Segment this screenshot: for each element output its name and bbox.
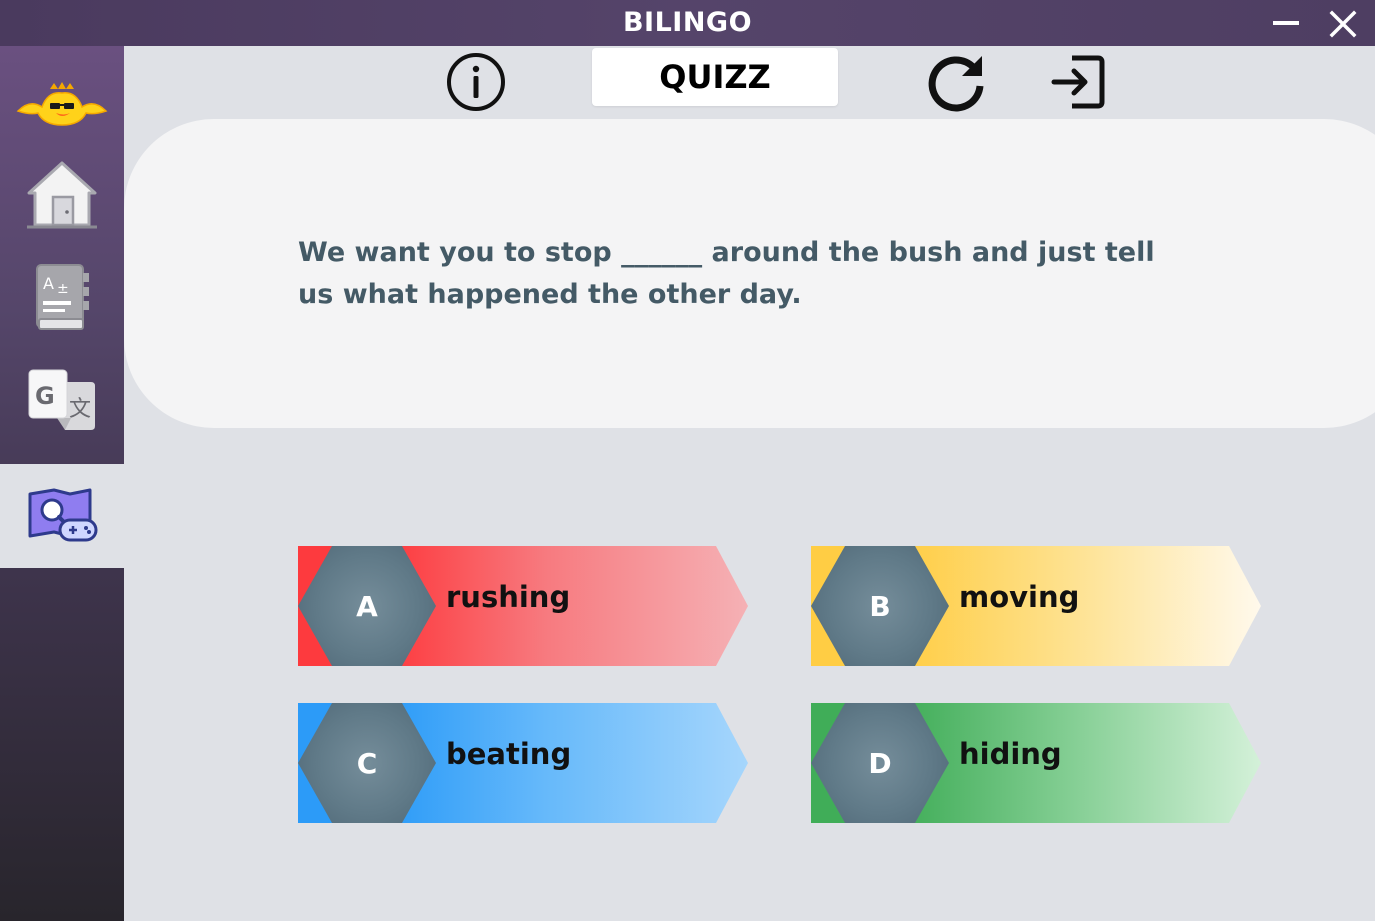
sidebar-logo: [0, 56, 124, 156]
close-button[interactable]: [1316, 0, 1372, 46]
home-icon: [27, 161, 97, 229]
question-text-before: We want you to stop: [298, 237, 612, 268]
sidebar-item-quiz-game[interactable]: [0, 464, 124, 568]
answer-text: beating: [446, 737, 572, 771]
info-button[interactable]: [446, 52, 506, 116]
svg-text:±: ±: [57, 281, 69, 297]
answer-text: moving: [959, 580, 1080, 614]
svg-text:文: 文: [69, 397, 91, 422]
quiz-game-icon: [28, 488, 98, 542]
answer-option-b[interactable]: B moving: [811, 546, 1261, 666]
answer-text: rushing: [446, 580, 571, 614]
exit-button[interactable]: [1050, 52, 1108, 116]
question-text: We want you to stop ______ around the bu…: [298, 232, 1198, 316]
duck-logo-icon: [16, 82, 108, 126]
question-blank: ______: [621, 237, 703, 268]
window-title: BILINGO: [622, 7, 753, 38]
answer-option-a[interactable]: A rushing: [298, 546, 748, 666]
close-icon: [1329, 10, 1357, 38]
answer-option-c[interactable]: C beating: [298, 703, 748, 823]
dictionary-book-icon: A ±: [36, 264, 89, 330]
refresh-button[interactable]: [926, 52, 988, 116]
app-window: BILINGO A ± G 文 QUIZZ We want you to sto…: [0, 0, 1375, 921]
sidebar: A ± G 文: [0, 46, 124, 921]
minimize-button[interactable]: [1258, 0, 1314, 46]
svg-text:A: A: [43, 274, 54, 293]
info-circle-icon: [447, 53, 505, 111]
title-bar: BILINGO: [0, 0, 1375, 46]
sidebar-item-translate[interactable]: G 文: [0, 350, 124, 454]
sidebar-item-dictionary[interactable]: A ±: [0, 246, 124, 350]
svg-text:G: G: [35, 382, 55, 410]
answer-option-d[interactable]: D hiding: [811, 703, 1261, 823]
answer-text: hiding: [959, 737, 1062, 771]
refresh-icon: [928, 56, 984, 112]
sign-out-icon: [1051, 55, 1105, 109]
google-translate-icon: G 文: [28, 369, 95, 430]
screen-title: QUIZZ: [592, 48, 838, 106]
sidebar-item-home[interactable]: [0, 142, 124, 246]
